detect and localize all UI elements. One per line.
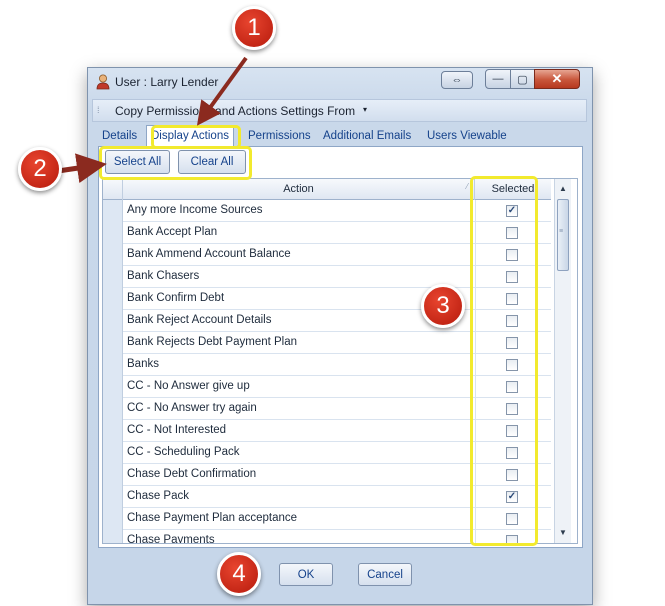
callout-1: 1 [232, 6, 276, 50]
callout-4: 4 [217, 552, 261, 596]
arrow-to-tab [196, 56, 248, 126]
arrow-to-buttons [57, 153, 107, 184]
callout-3: 3 [421, 284, 465, 328]
callout-2: 2 [18, 147, 62, 191]
annotation-arrows [57, 56, 248, 184]
